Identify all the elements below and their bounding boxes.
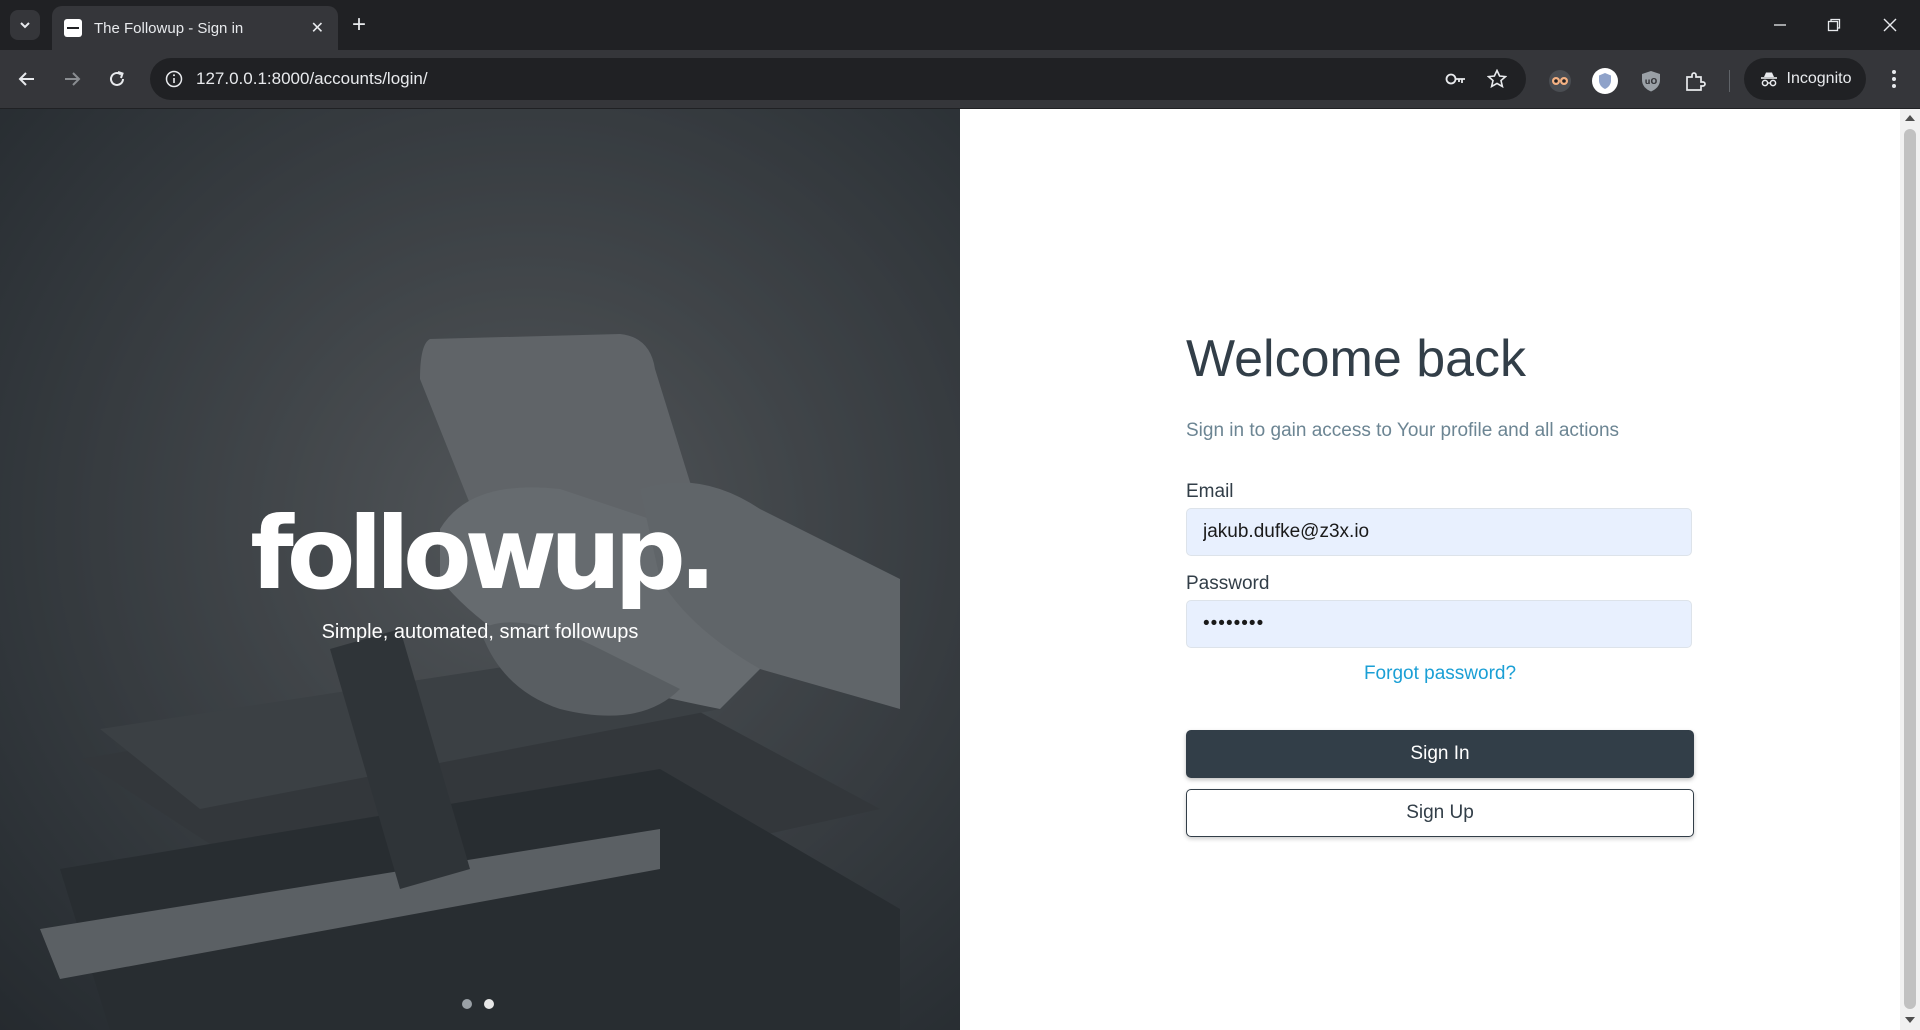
password-label: Password xyxy=(1186,573,1270,594)
url-text[interactable]: 127.0.0.1:8000/accounts/login/ xyxy=(196,58,428,100)
toolbar-divider xyxy=(1729,70,1730,92)
page-title: Welcome back xyxy=(1186,330,1527,388)
password-key-icon[interactable] xyxy=(1444,67,1468,91)
browser-tabstrip: The Followup - Sign in ✕ + xyxy=(0,0,1920,50)
reload-button[interactable] xyxy=(100,62,134,96)
tab-search-button[interactable] xyxy=(10,10,40,40)
minimize-icon xyxy=(1774,24,1786,26)
login-page: followup. Simple, automated, smart follo… xyxy=(0,109,1920,1030)
hero-panel: followup. Simple, automated, smart follo… xyxy=(0,109,960,1030)
tab-close-icon[interactable]: ✕ xyxy=(311,18,324,38)
email-field[interactable] xyxy=(1186,508,1692,556)
password-field[interactable] xyxy=(1186,600,1692,648)
tab-title: The Followup - Sign in xyxy=(94,19,244,37)
extension-shield-icon[interactable] xyxy=(1591,67,1619,95)
scrollbar-thumb[interactable] xyxy=(1904,129,1916,1009)
minimize-button[interactable] xyxy=(1752,0,1808,50)
sign-up-button[interactable]: Sign Up xyxy=(1186,789,1694,837)
close-icon xyxy=(1883,18,1897,32)
extension-ublock-icon[interactable]: uO xyxy=(1637,67,1665,95)
close-window-button[interactable] xyxy=(1862,0,1918,50)
forgot-password-link[interactable]: Forgot password? xyxy=(1186,663,1694,685)
scroll-up-icon[interactable] xyxy=(1905,115,1915,121)
favicon-icon xyxy=(64,19,82,37)
address-bar[interactable]: 127.0.0.1:8000/accounts/login/ xyxy=(150,58,1526,100)
extensions-puzzle-icon[interactable] xyxy=(1681,67,1709,95)
browser-toolbar: 127.0.0.1:8000/accounts/login/ uO Incogn… xyxy=(0,50,1920,109)
incognito-label: Incognito xyxy=(1786,70,1852,87)
restore-button[interactable] xyxy=(1806,0,1862,50)
sign-in-button[interactable]: Sign In xyxy=(1186,730,1694,778)
more-vert-icon xyxy=(1892,70,1896,88)
arrow-left-icon xyxy=(18,72,34,86)
site-info-icon[interactable] xyxy=(162,67,186,91)
extension-owl-icon[interactable] xyxy=(1546,67,1574,95)
chevron-down-icon xyxy=(20,22,30,29)
incognito-icon xyxy=(1760,72,1777,87)
bookmark-star-icon[interactable] xyxy=(1485,67,1509,91)
reload-icon xyxy=(110,71,124,86)
carousel-indicators xyxy=(462,999,494,1009)
svg-text:uO: uO xyxy=(1645,77,1658,86)
scroll-down-icon[interactable] xyxy=(1905,1017,1915,1023)
restore-icon xyxy=(1827,18,1841,32)
email-label: Email xyxy=(1186,481,1234,502)
page-scrollbar[interactable] xyxy=(1900,109,1920,1030)
tab-active[interactable]: The Followup - Sign in ✕ xyxy=(52,6,338,50)
carousel-dot-1[interactable] xyxy=(462,999,472,1009)
forward-button[interactable] xyxy=(55,62,89,96)
new-tab-button[interactable]: + xyxy=(352,11,366,39)
carousel-dot-2[interactable] xyxy=(484,999,494,1009)
hero-tagline: Simple, automated, smart followups xyxy=(321,621,639,643)
browser-menu-button[interactable] xyxy=(1880,64,1908,94)
incognito-button[interactable]: Incognito xyxy=(1744,58,1866,100)
page-subtitle: Sign in to gain access to Your profile a… xyxy=(1186,420,1620,441)
arrow-right-icon xyxy=(65,72,81,86)
back-button[interactable] xyxy=(10,62,44,96)
brand-logo: followup. xyxy=(250,495,717,612)
